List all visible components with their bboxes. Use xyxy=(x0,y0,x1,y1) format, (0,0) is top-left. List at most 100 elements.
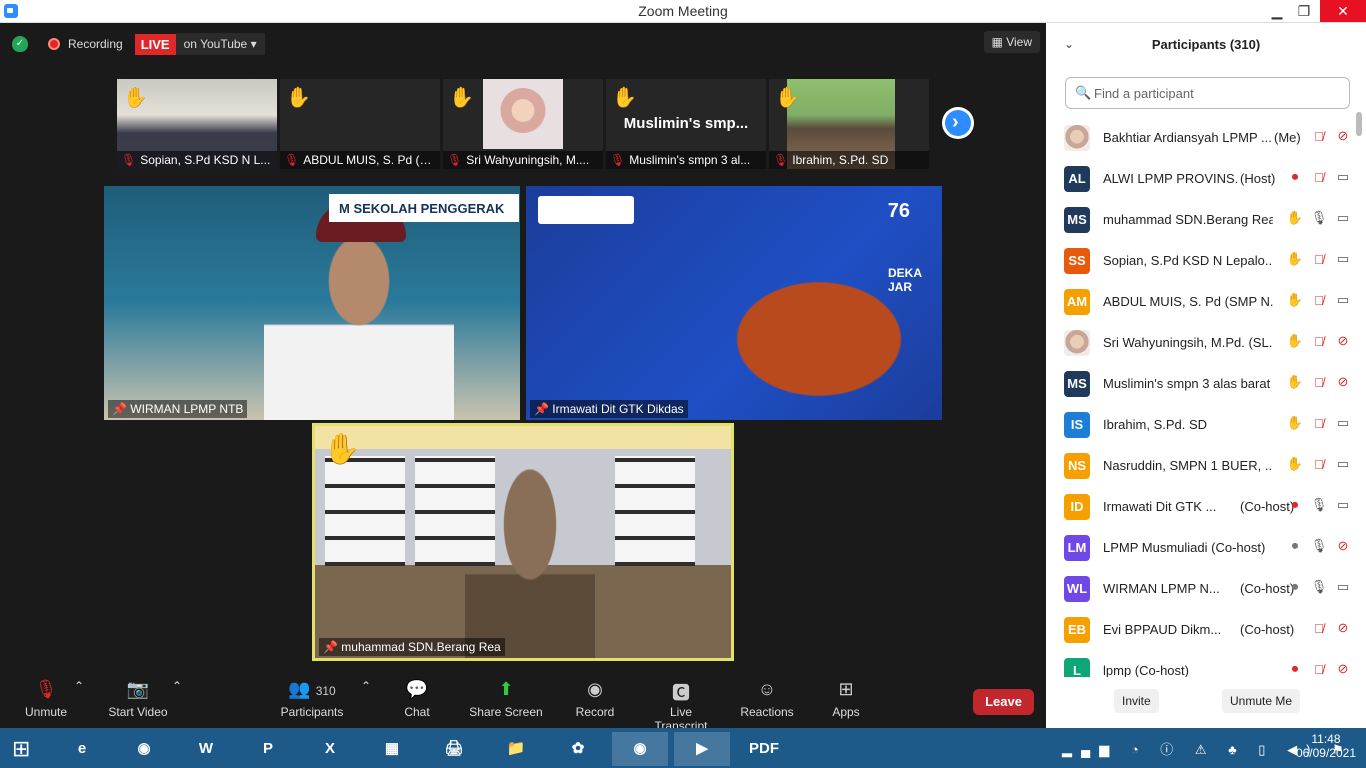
participant-row[interactable]: Bakhtiar Ardiansyah LPMP ... (Me) 🎙̸ ⊘ xyxy=(1046,117,1356,158)
reactions-button[interactable]: ☺ Reactions xyxy=(738,679,796,719)
start-video-label: Start Video xyxy=(108,705,168,719)
mic-muted-icon: 🎙 xyxy=(610,153,626,167)
participant-thumbnail[interactable]: ✋ 🎙 ABDUL MUIS, S. Pd (S... xyxy=(280,79,440,169)
youtube-stream-dropdown[interactable]: on YouTube ▾ xyxy=(175,33,265,55)
participant-row[interactable]: EB Evi BPPAUD Dikm... (Co-host) 🎙̸ ⊘ xyxy=(1046,609,1356,650)
taskbar-app-icon[interactable]: ✿ xyxy=(550,732,606,766)
participant-thumbnail[interactable]: ✋ 🎙 Sopian, S.Pd KSD N L... xyxy=(117,79,277,169)
participant-row[interactable]: NS Nasruddin, SMPN 1 BUER, ... ✋ 🎙̸ ▭ xyxy=(1046,445,1356,486)
close-button[interactable]: ✕ xyxy=(1320,0,1366,22)
record-button[interactable]: ◉ Record xyxy=(574,679,616,719)
pin-icon: 📌 xyxy=(534,402,549,416)
chat-button[interactable]: 💬 Chat xyxy=(400,679,434,719)
video-off-icon: ⊘ xyxy=(1337,538,1349,553)
participant-thumbnail[interactable]: ✋ 🎙 Sri Wahyuningsih, M.... xyxy=(443,79,603,169)
video-camera-icon: ▭ xyxy=(1336,251,1350,266)
participant-row[interactable]: AL ALWI LPMP PROVINS... (Host) ⏺ 🎙̸ ▭ xyxy=(1046,158,1356,199)
mic-muted-icon: 🎙̸ xyxy=(1314,415,1324,431)
participant-row[interactable]: AM ABDUL MUIS, S. Pd (SMP N... ✋ 🎙̸ ▭ xyxy=(1046,281,1356,322)
participant-row[interactable]: MS muhammad SDN.Berang Rea ✋ 🎙 ▭ xyxy=(1046,199,1356,240)
unmute-me-button[interactable]: Unmute Me xyxy=(1222,689,1301,713)
ministry-logo xyxy=(538,196,634,224)
participant-row[interactable]: ID Irmawati Dit GTK ... (Co-host) ⏺ 🎙 ▭ xyxy=(1046,486,1356,527)
active-speaker-tile[interactable]: ✋ 📌 muhammad SDN.Berang Rea xyxy=(312,423,734,661)
share-screen-button[interactable]: ⬆ Share Screen xyxy=(468,679,544,719)
taskbar-app-icon[interactable]: ◉ xyxy=(612,732,668,766)
security-shield-icon[interactable]: ✓ xyxy=(12,36,28,52)
taskbar-app-icon[interactable]: ▦ xyxy=(364,732,420,766)
taskbar-app-icon[interactable]: ◉ xyxy=(116,732,172,766)
taskbar-app-icon[interactable]: 📁 xyxy=(488,732,544,766)
taskbar-app-icon[interactable]: ▶ xyxy=(674,732,730,766)
participants-options-caret[interactable]: ⌃ xyxy=(361,679,371,693)
apps-button[interactable]: ⊞ Apps xyxy=(830,679,862,719)
participant-thumbnail[interactable]: ✋ Muslimin's smp... 🎙 Muslimin's smpn 3 a… xyxy=(606,79,766,169)
video-tile-name: muhammad SDN.Berang Rea xyxy=(341,640,501,654)
mic-muted-icon: 🎙̸ xyxy=(1314,128,1324,144)
avatar: SS xyxy=(1064,248,1090,274)
mic-muted-icon: 🎙̸ xyxy=(1314,292,1324,308)
participant-name: ABDUL MUIS, S. Pd (SMP N... xyxy=(1103,294,1273,309)
participant-search-input[interactable] xyxy=(1094,83,1344,103)
restore-button[interactable]: ❐ xyxy=(1289,0,1319,22)
avatar: L xyxy=(1064,658,1090,677)
participant-row[interactable]: IS Ibrahim, S.Pd. SD ✋ 🎙̸ ▭ xyxy=(1046,404,1356,445)
microphone-icon: 🎙 xyxy=(1310,497,1328,512)
taskbar-app-icon[interactable]: X xyxy=(302,732,358,766)
participant-name: Ibrahim, S.Pd. SD xyxy=(1103,417,1208,432)
mic-muted-icon: 🎙 xyxy=(284,153,300,167)
taskbar-app-icon[interactable]: P xyxy=(240,732,296,766)
microphone-icon: 🎙 xyxy=(1310,210,1328,225)
participant-name: lpmp (Co-host) xyxy=(1103,663,1189,677)
taskbar-app-icon[interactable]: 🖨 xyxy=(426,732,482,766)
closed-captions-icon: 🅲 xyxy=(672,683,690,703)
thumbnail-name: Ibrahim, S.Pd. SD xyxy=(792,153,889,167)
invite-button[interactable]: Invite xyxy=(1114,689,1159,713)
participant-row[interactable]: WL WIRMAN LPMP N... (Co-host) ⏺ 🎙 ▭ xyxy=(1046,568,1356,609)
taskbar-app-icon[interactable]: W xyxy=(178,732,234,766)
video-tile[interactable]: 76 DEKA JAR 📌 Irmawati Dit GTK Dikdas xyxy=(526,186,942,420)
audio-options-caret[interactable]: ⌃ xyxy=(74,679,84,693)
avatar xyxy=(1064,330,1090,356)
next-page-button[interactable]: › xyxy=(942,107,974,139)
view-button[interactable]: ▦ View xyxy=(983,31,1040,53)
participant-row[interactable]: LM LPMP Musmuliadi (Co-host) ⏺ 🎙 ⊘ xyxy=(1046,527,1356,568)
raised-hand-icon: ✋ xyxy=(1286,292,1304,307)
participant-name: WIRMAN LPMP N... xyxy=(1103,581,1220,596)
live-badge[interactable]: LIVE xyxy=(134,33,176,55)
video-tile[interactable]: M SEKOLAH PENGGERAK 📌 WIRMAN LPMP NTB xyxy=(104,186,520,420)
recording-label[interactable]: Recording xyxy=(68,37,123,51)
system-clock[interactable]: 11:48 06/09/2021 xyxy=(1296,732,1356,760)
avatar xyxy=(1064,125,1090,151)
view-label: View xyxy=(1006,35,1032,49)
start-video-button[interactable]: 📷 Start Video xyxy=(106,679,170,719)
participant-name: Evi BPPAUD Dikm... xyxy=(1103,622,1222,637)
recording-icon: ⏺ xyxy=(1291,661,1299,676)
taskbar-app-icon[interactable]: e xyxy=(54,732,110,766)
participant-row[interactable]: Llpmp (Co-host) ⏺ 🎙̸ ⊘ xyxy=(1046,650,1356,677)
avatar: WL xyxy=(1064,576,1090,602)
participant-row[interactable]: Sri Wahyuningsih, M.Pd. (SL... ✋ 🎙̸ ⊘ xyxy=(1046,322,1356,363)
unmute-button[interactable]: 🎙 Unmute xyxy=(22,679,70,719)
video-off-icon: ⊘ xyxy=(1337,333,1349,348)
window-title: Zoom Meeting xyxy=(638,3,728,19)
share-screen-label: Share Screen xyxy=(469,705,543,719)
live-transcript-button[interactable]: 🅲 Live Transcript xyxy=(642,679,720,733)
participant-list-scrollbar[interactable] xyxy=(1356,112,1362,136)
background-banner: M SEKOLAH PENGGERAK xyxy=(329,194,519,222)
video-options-caret[interactable]: ⌃ xyxy=(172,679,182,693)
participant-row[interactable]: SS Sopian, S.Pd KSD N Lepalo... ✋ 🎙̸ ▭ xyxy=(1046,240,1356,281)
anniversary-logo: 76 xyxy=(887,200,910,222)
microphone-icon: 🎙 xyxy=(1310,579,1328,594)
participants-button[interactable]: 👥 310 Participants xyxy=(280,679,344,719)
taskbar-app-icon[interactable]: PDF xyxy=(736,732,792,766)
minimize-button[interactable]: ▁ xyxy=(1262,0,1292,22)
windows-start-icon[interactable]: ⊞ xyxy=(12,736,38,761)
participants-label: Participants xyxy=(280,705,344,719)
participant-thumbnail[interactable]: ✋ 🎙 Ibrahim, S.Pd. SD xyxy=(769,79,929,169)
participant-row[interactable]: MS Muslimin's smpn 3 alas barat ✋ 🎙̸ ⊘ xyxy=(1046,363,1356,404)
leave-button[interactable]: Leave xyxy=(973,689,1034,715)
video-tile-name: Irmawati Dit GTK Dikdas xyxy=(552,402,684,416)
thumbnail-name: Sri Wahyuningsih, M.... xyxy=(466,153,590,167)
background-window xyxy=(615,456,695,566)
